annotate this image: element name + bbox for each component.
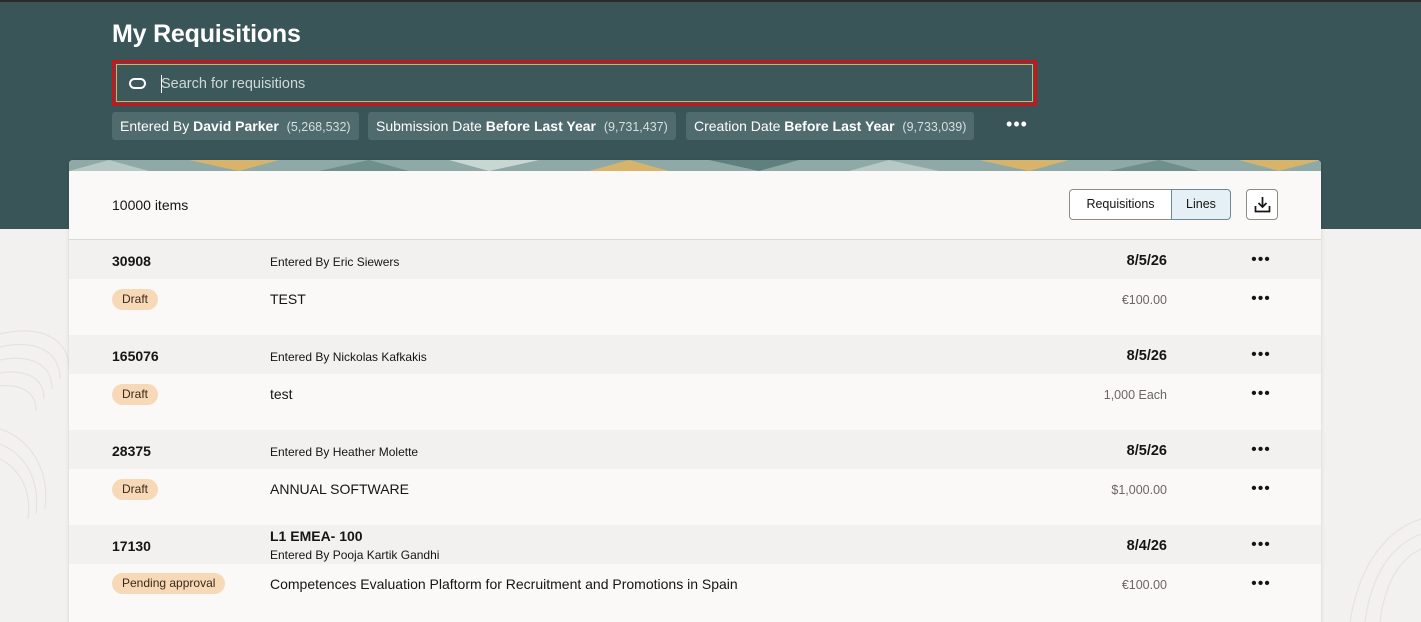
requisition-title: L1 EMEA- 100: [270, 528, 363, 544]
filter-chip-label: Creation Date: [694, 118, 781, 134]
row-line: Draft TEST €100.00 •••: [69, 279, 1321, 335]
search-input[interactable]: [161, 65, 1021, 103]
line-actions-icon[interactable]: •••: [1249, 386, 1273, 406]
row-actions-icon[interactable]: •••: [1249, 442, 1273, 462]
row-header: 17130 L1 EMEA- 100 Entered By Pooja Kart…: [69, 525, 1321, 564]
line-actions-icon[interactable]: •••: [1249, 291, 1273, 311]
search-icon: [129, 78, 146, 89]
filter-chip-count: (9,733,039): [902, 120, 967, 134]
requisition-date: 8/5/26: [1126, 348, 1167, 364]
toggle-requisitions[interactable]: Requisitions: [1069, 189, 1172, 220]
requisition-number[interactable]: 165076: [112, 348, 159, 364]
requisition-date: 8/5/26: [1126, 443, 1167, 459]
line-description: ANNUAL SOFTWARE: [270, 481, 409, 497]
filter-chip-submission-date[interactable]: Submission Date Before Last Year (9,731,…: [368, 112, 676, 140]
status-badge: Draft: [112, 479, 159, 500]
search-field[interactable]: [116, 64, 1033, 103]
filter-chip-count: (9,731,437): [603, 120, 668, 134]
line-description: TEST: [270, 291, 306, 307]
filter-chip-count: (5,268,532): [286, 120, 351, 134]
results-card: 10000 items Requisitions Lines 30908 Ent…: [69, 160, 1321, 622]
row-actions-icon[interactable]: •••: [1249, 537, 1273, 557]
table-row[interactable]: 165076 Entered By Nickolas Kafkakis 8/5/…: [69, 335, 1321, 430]
item-count: 10000 items: [112, 197, 189, 213]
row-header: 28375 Entered By Heather Molette 8/5/26 …: [69, 430, 1321, 469]
requisition-number[interactable]: 17130: [112, 538, 151, 554]
table-row[interactable]: 17130 L1 EMEA- 100 Entered By Pooja Kart…: [69, 525, 1321, 620]
filter-chip-value: Before Last Year: [485, 118, 596, 134]
table-row[interactable]: 30908 Entered By Eric Siewers 8/5/26 •••…: [69, 240, 1321, 335]
download-button[interactable]: [1246, 189, 1278, 220]
row-header: 165076 Entered By Nickolas Kafkakis 8/5/…: [69, 335, 1321, 374]
line-amount: 1,000 Each: [1103, 388, 1167, 402]
filter-chip-creation-date[interactable]: Creation Date Before Last Year (9,733,03…: [686, 112, 975, 140]
filter-chip-value: Before Last Year: [784, 118, 895, 134]
toggle-lines[interactable]: Lines: [1171, 189, 1231, 220]
requisition-number[interactable]: 30908: [112, 253, 151, 269]
decorative-banner: [69, 160, 1321, 171]
line-description: test: [270, 386, 293, 402]
results-toolbar: 10000 items Requisitions Lines: [69, 171, 1321, 240]
filter-chip-label: Entered By: [120, 118, 190, 134]
search-box[interactable]: [112, 60, 1037, 106]
row-line: Draft test 1,000 Each •••: [69, 374, 1321, 430]
row-actions-icon[interactable]: •••: [1249, 347, 1273, 367]
line-amount: €100.00: [1121, 293, 1167, 307]
row-actions-icon[interactable]: •••: [1249, 252, 1273, 272]
line-actions-icon[interactable]: •••: [1249, 481, 1273, 501]
download-icon: [1254, 197, 1271, 213]
filter-chip-entered-by[interactable]: Entered By David Parker (5,268,532): [112, 112, 359, 140]
row-line: Pending approval Competences Evaluation …: [69, 564, 1321, 620]
line-amount: €100.00: [1121, 578, 1167, 592]
requisition-number[interactable]: 28375: [112, 443, 151, 459]
status-badge: Pending approval: [112, 573, 226, 594]
requisition-date: 8/5/26: [1126, 253, 1167, 269]
entered-by: Entered By Heather Molette: [270, 445, 419, 459]
entered-by: Entered By Pooja Kartik Gandhi: [270, 548, 440, 562]
status-badge: Draft: [112, 384, 159, 405]
status-badge: Draft: [112, 289, 159, 310]
entered-by: Entered By Eric Siewers: [270, 255, 400, 269]
page-title: My Requisitions: [112, 20, 301, 48]
row-line: Draft ANNUAL SOFTWARE $1,000.00 •••: [69, 469, 1321, 525]
table-row[interactable]: 28375 Entered By Heather Molette 8/5/26 …: [69, 430, 1321, 525]
line-amount: $1,000.00: [1111, 483, 1167, 497]
row-header: 30908 Entered By Eric Siewers 8/5/26 •••: [69, 240, 1321, 279]
filter-chip-label: Submission Date: [376, 118, 482, 134]
more-filters-button[interactable]: •••: [1004, 114, 1030, 138]
line-actions-icon[interactable]: •••: [1249, 576, 1273, 596]
requisition-date: 8/4/26: [1126, 538, 1167, 554]
entered-by: Entered By Nickolas Kafkakis: [270, 350, 427, 364]
filter-chip-value: David Parker: [193, 118, 279, 134]
line-description: Competences Evaluation Plaftorm for Recr…: [270, 576, 738, 592]
